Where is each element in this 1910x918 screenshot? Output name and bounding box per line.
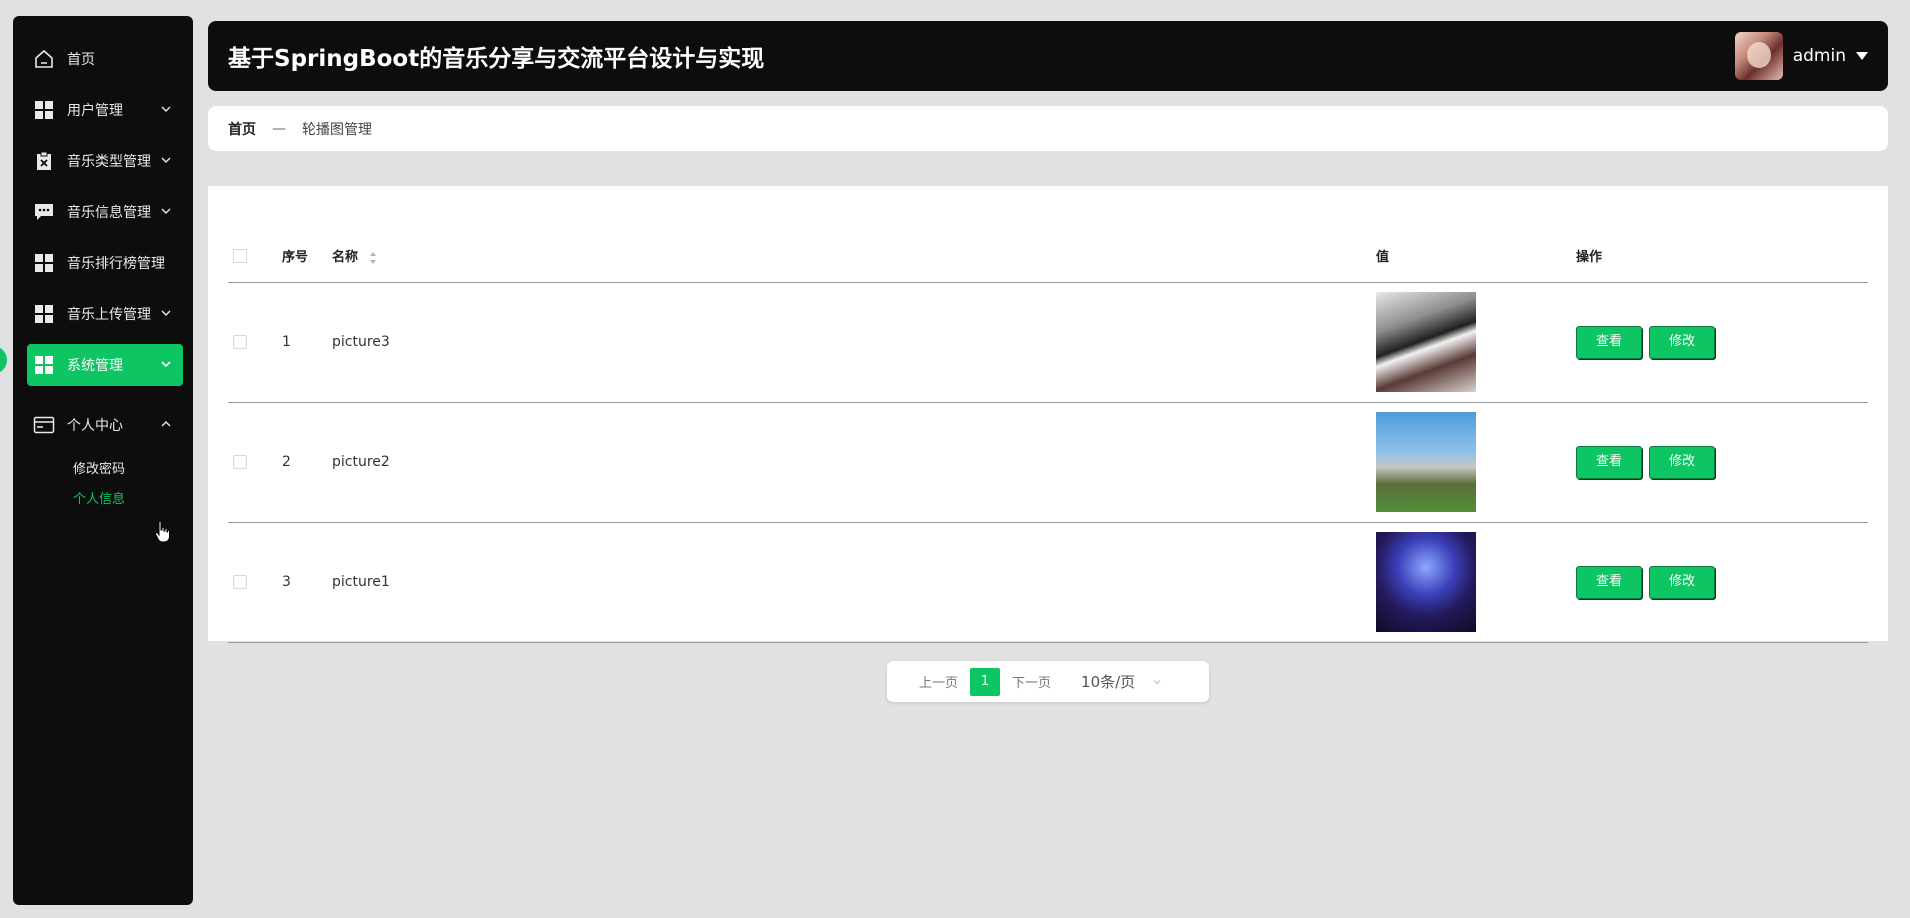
sidebar-item-home[interactable]: 首页: [27, 38, 183, 80]
piano-keys-photo: [1376, 292, 1476, 392]
row-index: 1: [282, 282, 332, 403]
row-checkbox[interactable]: [233, 335, 247, 349]
grid-icon: [33, 252, 55, 274]
data-table: 序号 名称 值 操作 1 picture3 查看 修改 2 picture2 查…: [228, 230, 1868, 643]
sidebar-item-personal-center[interactable]: 个人中心: [27, 404, 183, 446]
breadcrumb-separator: —: [272, 120, 286, 137]
breadcrumb: 首页 — 轮播图管理: [208, 106, 1888, 151]
breadcrumb-current: 轮播图管理: [302, 121, 372, 138]
sidebar-item-label: 系统管理: [67, 358, 123, 374]
pagination: 上一页 1 下一页 10条/页: [887, 661, 1209, 702]
view-button[interactable]: 查看: [1576, 445, 1642, 479]
row-checkbox[interactable]: [233, 455, 247, 469]
top-header: 基于SpringBoot的音乐分享与交流平台设计与实现 admin: [208, 21, 1888, 91]
sidebar-subitem-personal-info[interactable]: 个人信息: [73, 485, 193, 515]
view-button[interactable]: 查看: [1576, 325, 1642, 359]
sidebar-item-label: 音乐上传管理: [67, 307, 151, 323]
chat-icon: [33, 201, 55, 223]
column-header-name-label: 名称: [332, 250, 359, 266]
building-lawn-photo: [1376, 412, 1476, 512]
page-number-button[interactable]: 1: [970, 667, 1001, 696]
sidebar-item-music-info[interactable]: 音乐信息管理: [27, 191, 183, 233]
username[interactable]: admin: [1793, 46, 1846, 66]
grid-icon: [33, 354, 55, 376]
home-icon: [33, 48, 55, 70]
sidebar-item-label: 音乐类型管理: [67, 154, 151, 170]
sidebar-group-personal: 个人中心 修改密码 个人信息: [13, 404, 193, 515]
sidebar-subitem-change-password[interactable]: 修改密码: [73, 455, 193, 485]
row-name: picture1: [332, 522, 1376, 643]
table-row: 1 picture3 查看 修改: [228, 282, 1868, 403]
breadcrumb-home[interactable]: 首页: [228, 119, 256, 139]
app-title: 基于SpringBoot的音乐分享与交流平台设计与实现: [228, 46, 765, 72]
sidebar-item-music-upload[interactable]: 音乐上传管理: [27, 293, 183, 335]
grid-icon: [33, 99, 55, 121]
page-size-select[interactable]: 10条/页: [1081, 671, 1162, 692]
chevron-down-icon: [161, 310, 171, 316]
avatar[interactable]: [1734, 32, 1783, 80]
sidebar-item-label: 首页: [67, 52, 95, 68]
edit-button[interactable]: 修改: [1649, 325, 1715, 359]
chevron-up-icon: [161, 421, 171, 427]
table-panel: 序号 名称 值 操作 1 picture3 查看 修改 2 picture2 查…: [208, 186, 1888, 643]
hand-cursor-icon: [154, 520, 170, 543]
chevron-down-icon: [161, 361, 171, 368]
sidebar-item-label: 用户管理: [67, 103, 123, 119]
row-checkbox[interactable]: [233, 575, 247, 589]
sort-icon[interactable]: [369, 251, 377, 265]
column-header-index: 序号: [282, 230, 332, 283]
table-row: 3 picture1 查看 修改: [228, 522, 1868, 643]
row-index: 2: [282, 402, 332, 523]
column-header-actions: 操作: [1576, 230, 1868, 283]
next-page-button[interactable]: 下一页: [1012, 672, 1051, 691]
column-header-value: 值: [1376, 230, 1576, 283]
select-all-checkbox[interactable]: [233, 248, 247, 263]
grid-icon: [33, 303, 55, 325]
table-row: 2 picture2 查看 修改: [228, 402, 1868, 523]
clipboard-x-icon: [33, 150, 55, 172]
row-name: picture2: [332, 402, 1376, 523]
row-name: picture3: [332, 282, 1376, 403]
chevron-down-icon: [161, 106, 171, 112]
chevron-down-icon: [161, 157, 171, 163]
view-button[interactable]: 查看: [1576, 565, 1642, 599]
row-index: 3: [282, 522, 332, 643]
sidebar: 首页 用户管理 音乐类型管理 音乐信息管理 音乐排行榜管理 音乐上传管理 系统管…: [13, 16, 193, 905]
wallet-icon: [33, 414, 55, 436]
concert-hall-photo: [1376, 532, 1476, 632]
sidebar-item-users[interactable]: 用户管理: [27, 89, 183, 131]
edit-button[interactable]: 修改: [1649, 445, 1715, 479]
active-indicator: [0, 346, 7, 374]
chevron-down-icon: [161, 208, 171, 214]
sidebar-item-label: 音乐排行榜管理: [67, 256, 165, 272]
prev-page-button[interactable]: 上一页: [919, 672, 958, 691]
caret-down-icon[interactable]: [1856, 52, 1868, 60]
table-header-row: 序号 名称 值 操作: [228, 230, 1868, 283]
sidebar-item-music-type[interactable]: 音乐类型管理: [27, 140, 183, 182]
chevron-down-icon: [1153, 680, 1161, 685]
column-header-name[interactable]: 名称: [332, 230, 1376, 283]
user-menu[interactable]: admin: [1734, 32, 1868, 80]
sidebar-item-label: 个人中心: [67, 418, 123, 434]
sidebar-item-system[interactable]: 系统管理: [27, 344, 183, 386]
sidebar-item-music-ranking[interactable]: 音乐排行榜管理: [27, 242, 183, 284]
sidebar-item-label: 音乐信息管理: [67, 205, 151, 221]
edit-button[interactable]: 修改: [1649, 565, 1715, 599]
page-size-value: 10条/页: [1081, 673, 1136, 691]
